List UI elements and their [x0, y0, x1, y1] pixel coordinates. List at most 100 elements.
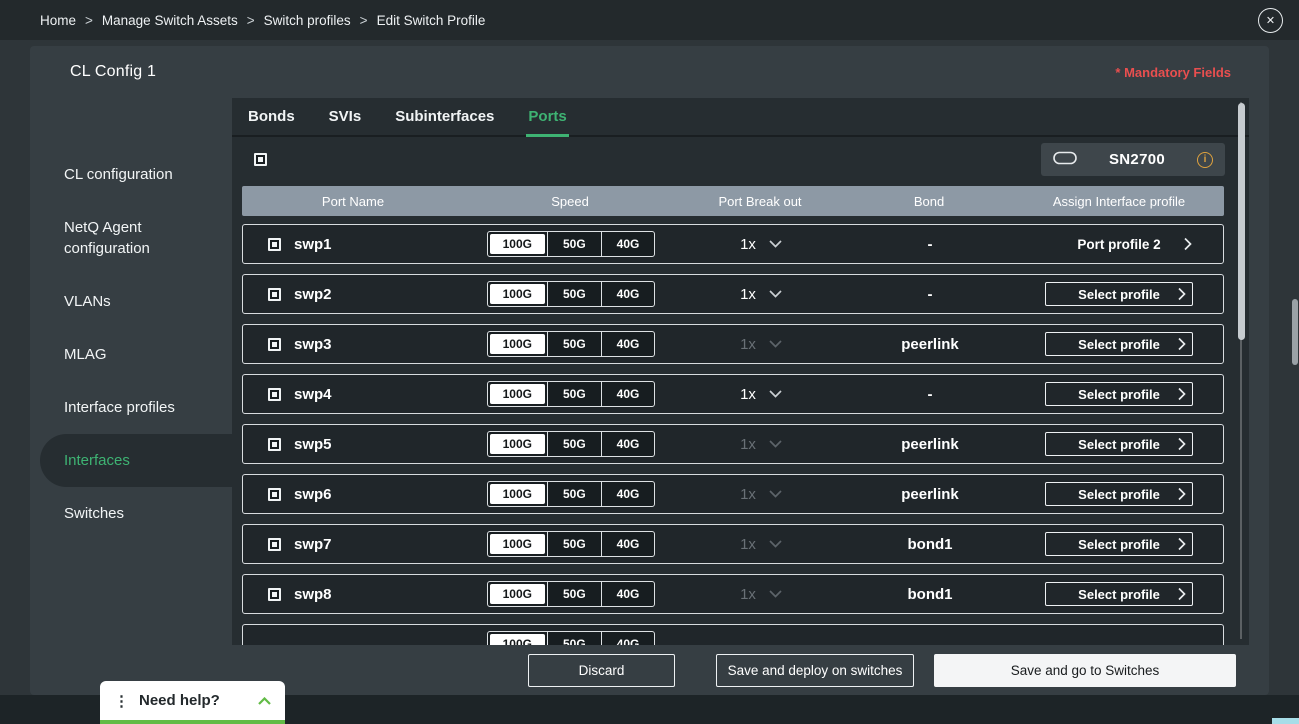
speed-option-50g[interactable]: 50G	[547, 582, 601, 606]
speed-toggle-group: 100G50G40G	[487, 331, 656, 357]
speed-option-40g[interactable]: 40G	[601, 582, 655, 606]
speed-option-50g[interactable]: 50G	[547, 432, 601, 456]
port-name: swp8	[294, 586, 332, 603]
speed-option-100g[interactable]: 100G	[490, 434, 545, 454]
speed-option-40g[interactable]: 40G	[601, 232, 655, 256]
sidebar-item-label: Interface profiles	[64, 399, 175, 416]
row-checkbox[interactable]	[268, 438, 281, 451]
window-scrollbar-thumb[interactable]	[1292, 299, 1298, 365]
chevron-down-icon	[769, 540, 782, 548]
select-profile-button[interactable]: Select profile	[1045, 332, 1193, 356]
speed-option-40g[interactable]: 40G	[601, 332, 655, 356]
speed-option-40g[interactable]: 40G	[601, 532, 655, 556]
speed-toggle-group: 100G50G40G	[487, 481, 656, 507]
table-row: 100G50G40G	[242, 624, 1224, 645]
row-checkbox[interactable]	[268, 488, 281, 501]
help-menu-icon	[114, 692, 129, 710]
select-profile-button[interactable]: Select profile	[1045, 432, 1193, 456]
bond-value: -	[845, 286, 1015, 303]
content-scrollbar-thumb[interactable]	[1238, 103, 1245, 340]
speed-option-100g[interactable]: 100G	[490, 584, 545, 604]
sidebar-item-mlag[interactable]: MLAG	[30, 328, 232, 381]
row-checkbox[interactable]	[268, 388, 281, 401]
save-and-deploy-button[interactable]: Save and deploy on switches	[716, 654, 914, 687]
speed-option-100g[interactable]: 100G	[490, 534, 545, 554]
speed-option-50g[interactable]: 50G	[547, 382, 601, 406]
sidebar-item-vlans[interactable]: VLANs	[30, 275, 232, 328]
breadcrumb-item-home[interactable]: Home	[40, 13, 76, 28]
breakout-value: 1x	[740, 236, 756, 253]
chevron-up-icon	[258, 697, 271, 705]
breadcrumb-item-manage-switch-assets[interactable]: Manage Switch Assets	[102, 13, 238, 28]
breakout-value: 1x	[740, 286, 756, 303]
row-checkbox[interactable]	[268, 338, 281, 351]
sidebar-item-label: Switches	[64, 505, 124, 522]
speed-option-50g[interactable]: 50G	[547, 532, 601, 556]
sidebar-item-netq-agent-configuration[interactable]: NetQ Agent configuration	[30, 201, 232, 275]
speed-option-100g[interactable]: 100G	[490, 634, 545, 645]
select-profile-label: Select profile	[1078, 437, 1160, 452]
sidebar-item-label: Interfaces	[64, 452, 130, 469]
close-button[interactable]	[1258, 8, 1283, 33]
select-profile-button[interactable]: Select profile	[1045, 482, 1193, 506]
port-breakout-dropdown[interactable]: 1x	[677, 386, 845, 403]
select-profile-button[interactable]: Select profile	[1045, 382, 1193, 406]
speed-option-50g[interactable]: 50G	[547, 332, 601, 356]
table-row: swp6100G50G40G1xpeerlinkSelect profile	[242, 474, 1224, 514]
speed-option-50g[interactable]: 50G	[547, 232, 601, 256]
content: Bonds SVIs Subinterfaces Ports SN2700 Port …	[232, 98, 1249, 645]
table-row: swp1100G50G40G1x-Port profile 2	[242, 224, 1224, 264]
speed-option-40g[interactable]: 40G	[601, 282, 655, 306]
sidebar-item-interface-profiles[interactable]: Interface profiles	[30, 381, 232, 434]
select-profile-button[interactable]: Select profile	[1045, 582, 1193, 606]
speed-option-100g[interactable]: 100G	[490, 234, 545, 254]
select-profile-button[interactable]: Select profile	[1045, 282, 1193, 306]
speed-option-100g[interactable]: 100G	[490, 334, 545, 354]
row-checkbox[interactable]	[268, 588, 281, 601]
ports-rows: swp1100G50G40G1x-Port profile 2swp2100G5…	[232, 224, 1249, 645]
select-profile-button[interactable]: Select profile	[1045, 532, 1193, 556]
device-model-button[interactable]: SN2700	[1041, 143, 1225, 176]
column-header-port-break-out: Port Break out	[676, 194, 844, 209]
breadcrumb-item-edit-switch-profile: Edit Switch Profile	[377, 13, 486, 28]
sidebar-item-switches[interactable]: Switches	[30, 487, 232, 540]
speed-option-40g[interactable]: 40G	[601, 632, 655, 645]
save-and-go-button[interactable]: Save and go to Switches	[934, 654, 1236, 687]
port-breakout-dropdown[interactable]: 1x	[677, 286, 845, 303]
tab-svis[interactable]: SVIs	[327, 98, 364, 135]
assigned-profile-link[interactable]: Port profile 2	[1045, 232, 1193, 256]
speed-option-100g[interactable]: 100G	[490, 284, 545, 304]
need-help-button[interactable]: Need help?	[100, 681, 285, 724]
select-all-checkbox[interactable]	[254, 153, 267, 166]
row-checkbox[interactable]	[268, 238, 281, 251]
edit-switch-profile-panel: CL Config 1 * Mandatory Fields CL config…	[30, 46, 1269, 695]
discard-button[interactable]: Discard	[528, 654, 675, 687]
chevron-down-icon	[769, 390, 782, 398]
top-bar: Home>Manage Switch Assets>Switch profile…	[0, 0, 1299, 40]
chevron-right-icon	[1178, 538, 1186, 551]
speed-option-100g[interactable]: 100G	[490, 484, 545, 504]
speed-toggle-group: 100G50G40G	[487, 631, 656, 645]
info-icon[interactable]	[1197, 152, 1213, 168]
speed-option-40g[interactable]: 40G	[601, 382, 655, 406]
speed-option-50g[interactable]: 50G	[547, 632, 601, 645]
speed-option-50g[interactable]: 50G	[547, 282, 601, 306]
select-profile-label: Select profile	[1078, 587, 1160, 602]
breadcrumb-separator: >	[360, 13, 368, 28]
column-header-bond: Bond	[844, 194, 1014, 209]
column-header-speed: Speed	[464, 194, 676, 209]
breadcrumb-item-switch-profiles[interactable]: Switch profiles	[264, 13, 351, 28]
tab-ports[interactable]: Ports	[526, 98, 568, 137]
tab-subinterfaces[interactable]: Subinterfaces	[393, 98, 496, 135]
sidebar-item-interfaces[interactable]: Interfaces	[40, 434, 232, 487]
row-checkbox[interactable]	[268, 538, 281, 551]
speed-option-40g[interactable]: 40G	[601, 432, 655, 456]
speed-option-40g[interactable]: 40G	[601, 482, 655, 506]
tab-bar: Bonds SVIs Subinterfaces Ports	[232, 98, 1249, 137]
row-checkbox[interactable]	[268, 288, 281, 301]
sidebar-item-cl-configuration[interactable]: CL configuration	[30, 148, 232, 201]
speed-option-100g[interactable]: 100G	[490, 384, 545, 404]
port-breakout-dropdown[interactable]: 1x	[677, 236, 845, 253]
tab-bonds[interactable]: Bonds	[246, 98, 297, 135]
speed-option-50g[interactable]: 50G	[547, 482, 601, 506]
